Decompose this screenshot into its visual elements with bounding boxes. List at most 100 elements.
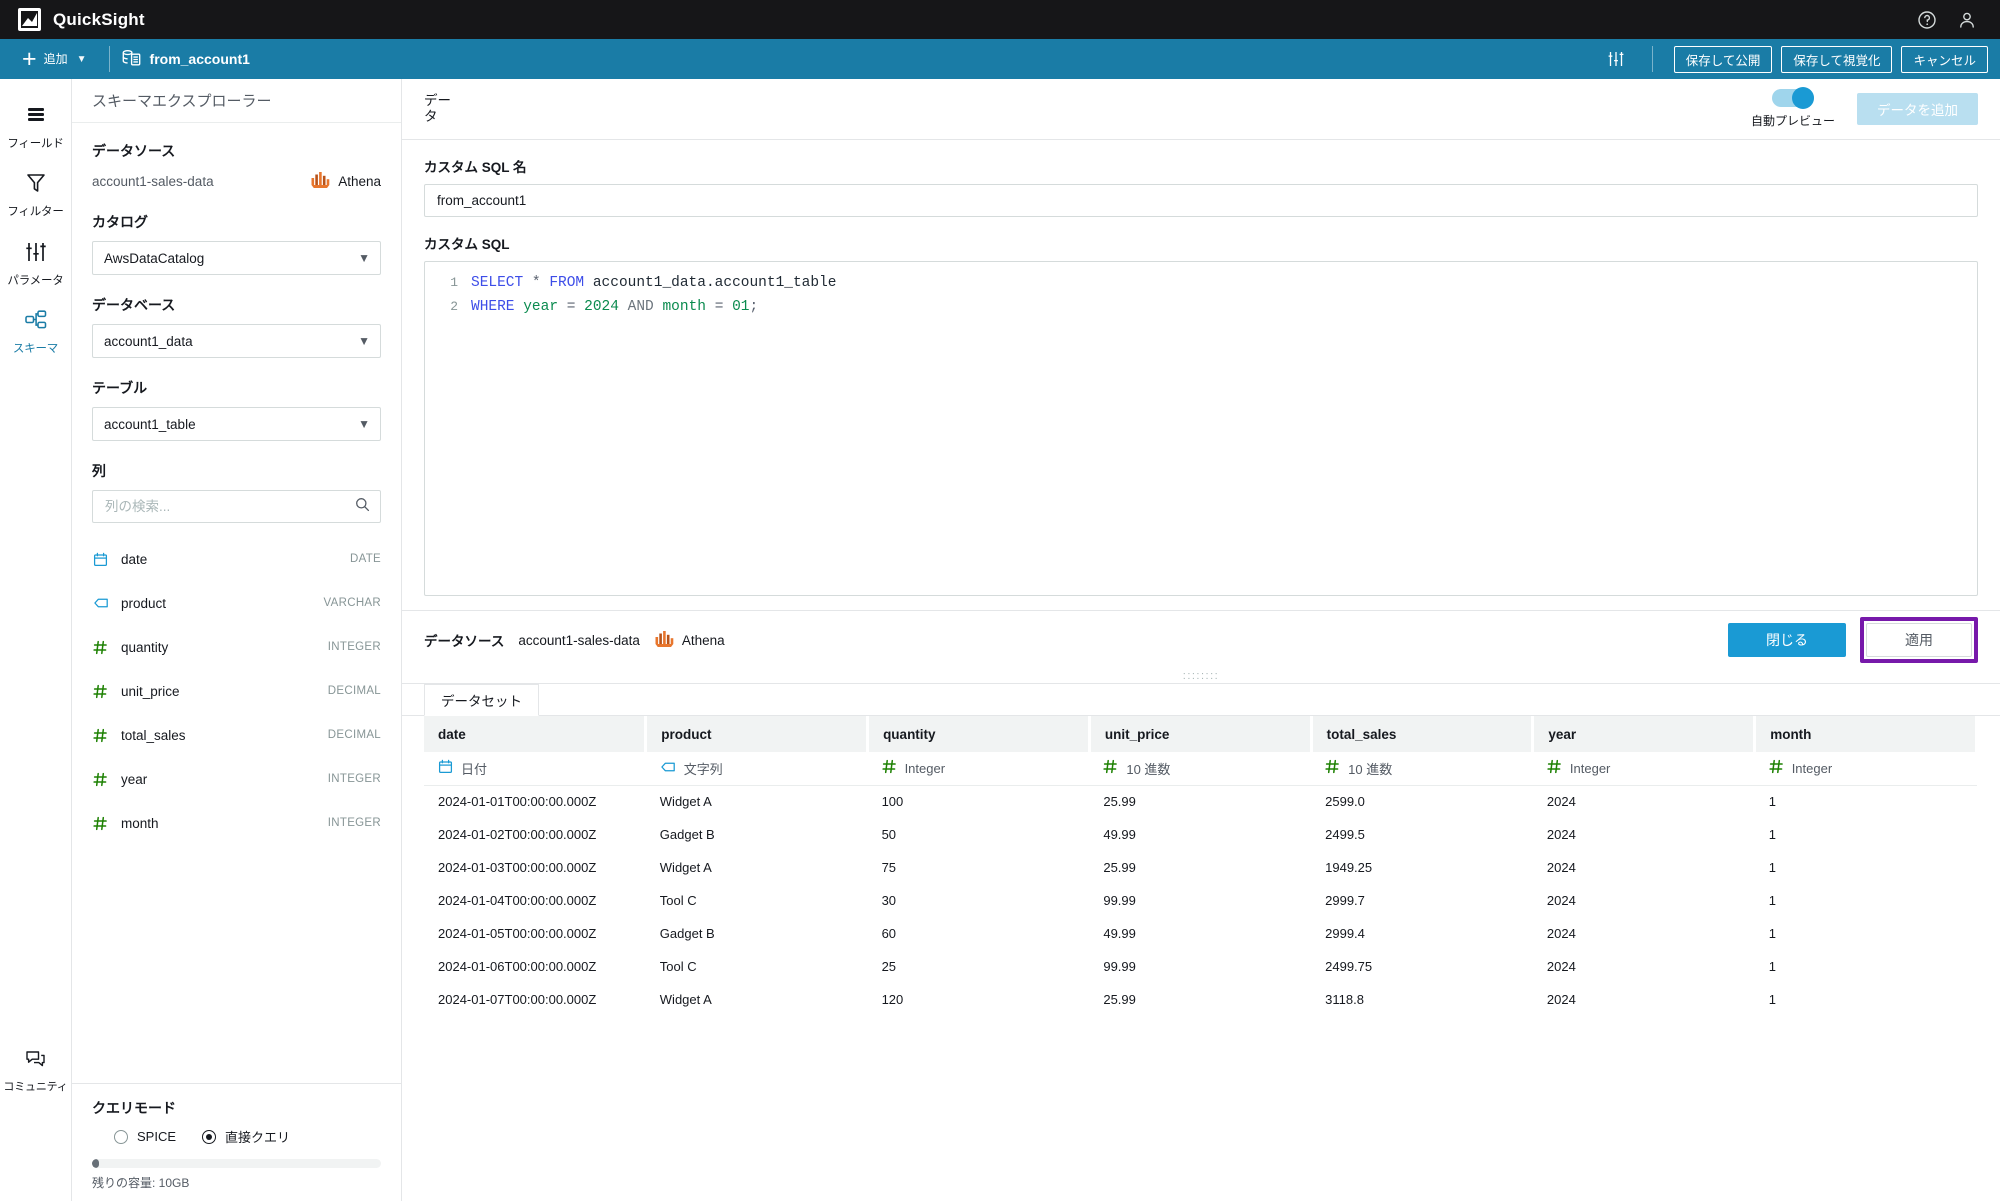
schema-column-type: INTEGER — [327, 641, 381, 653]
table-row[interactable]: 2024-01-03T00:00:00.000Z Widget A 75 25.99 1… — [424, 851, 1977, 884]
schema-explorer-title: スキーマエクスプローラー — [72, 79, 401, 123]
sql-line: 1 SELECT * FROM account1_data.account1_ta… — [425, 271, 1977, 295]
preview-table-wrap: date product quantity unit_price total_sales… — [402, 716, 2000, 1201]
table-type-cell[interactable]: Integer — [1754, 752, 1977, 786]
add-data-button[interactable]: データを追加 — [1857, 93, 1978, 125]
save-publish-button[interactable]: 保存して公開 — [1673, 45, 1773, 73]
table-type-cell[interactable]: Integer — [867, 752, 1090, 786]
sql-line-number: 2 — [450, 299, 458, 314]
table-row[interactable]: 2024-01-07T00:00:00.000Z Widget A 120 25.99… — [424, 983, 1977, 1016]
body: フィールド フィルター パラメータ スキーマ コミュニティ スキーマエクスプロー… — [0, 79, 2000, 1201]
athena-icon — [654, 629, 675, 651]
table-type-cell[interactable]: 10 進数 — [1311, 752, 1533, 786]
query-mode-spice[interactable]: SPICE — [114, 1129, 176, 1144]
table-column-header[interactable]: month — [1754, 716, 1978, 752]
engine-name: Athena — [338, 173, 381, 189]
sidebar-item-community[interactable]: コミュニティ — [0, 1040, 72, 1107]
chevron-down-icon: ▼ — [76, 53, 87, 65]
sidebar-item-filters[interactable]: フィルター — [0, 163, 72, 231]
chevron-down-icon: ▼ — [358, 334, 370, 348]
table-cell: Tool C — [659, 893, 697, 908]
sidebar-item-label: コミュニティ — [3, 1081, 68, 1094]
column-search-input[interactable] — [105, 499, 355, 514]
sql-name-input[interactable] — [424, 184, 1978, 217]
add-button[interactable]: + 追加 ▼ — [12, 42, 97, 76]
search-icon — [355, 497, 370, 517]
table-cell: 1 — [1768, 992, 1776, 1007]
table-row[interactable]: 2024-01-06T00:00:00.000Z Tool C 25 99.99 249… — [424, 950, 1977, 983]
table-column-header[interactable]: date — [424, 716, 648, 752]
table-row[interactable]: 2024-01-01T00:00:00.000Z Widget A 100 25.99… — [424, 785, 1977, 818]
schema-column-type: VARCHAR — [323, 597, 381, 609]
table-cell: 25.99 — [1103, 860, 1136, 875]
string-tag-icon — [660, 760, 676, 777]
sidebar-item-fields[interactable]: フィールド — [0, 97, 72, 163]
main-panel: データ 自動プレビュー データを追加 カスタム SQL 名 カスタム SQL 1… — [402, 79, 2000, 1201]
auto-preview-control[interactable]: 自動プレビュー — [1751, 87, 1835, 129]
schema-column-type: INTEGER — [327, 817, 381, 829]
table-column-header[interactable]: product — [645, 716, 870, 752]
table-type-cell[interactable]: 10 進数 — [1089, 752, 1312, 786]
dataset-chip[interactable]: from_account1 — [122, 49, 250, 70]
table-select[interactable]: account1_table ▼ — [92, 407, 381, 441]
table-cell: 1 — [1768, 926, 1776, 941]
table-column-header[interactable]: total_sales — [1311, 716, 1535, 752]
table-type-cell[interactable]: 日付 — [424, 752, 646, 786]
save-visualize-button[interactable]: 保存して視覚化 — [1781, 45, 1893, 73]
schema-column-name: total_sales — [121, 727, 186, 743]
schema-column-name: year — [121, 771, 148, 787]
schema-column-row[interactable]: quantity INTEGER — [92, 625, 381, 669]
schema-column-row[interactable]: month INTEGER — [92, 801, 381, 845]
table-cell: 99.99 — [1103, 959, 1136, 974]
user-account-icon[interactable] — [1952, 5, 1982, 35]
table-type-cell[interactable]: 文字列 — [645, 752, 868, 786]
main-header: データ 自動プレビュー データを追加 — [402, 79, 2000, 140]
table-row[interactable]: 2024-01-04T00:00:00.000Z Tool C 30 99.99 299… — [424, 884, 1977, 917]
number-hash-icon — [92, 684, 109, 699]
sql-editor[interactable]: 1 SELECT * FROM account1_data.account1_ta… — [424, 261, 1978, 596]
schema-column-type: DECIMAL — [327, 729, 381, 741]
auto-preview-toggle[interactable] — [1771, 87, 1814, 109]
schema-column-row[interactable]: date DATE — [92, 537, 381, 581]
apply-button[interactable]: 適用 — [1866, 623, 1972, 657]
table-cell: Gadget B — [659, 926, 715, 941]
column-search-box[interactable] — [92, 490, 381, 523]
database-select[interactable]: account1_data ▼ — [92, 324, 381, 358]
table-column-header[interactable]: quantity — [867, 716, 1091, 752]
drag-handle-icon: :::::::: — [1182, 669, 1220, 682]
catalog-value: AwsDataCatalog — [104, 250, 205, 266]
help-circle-icon[interactable] — [1912, 5, 1942, 35]
preview-table: date product quantity unit_price total_sales… — [424, 716, 1978, 1016]
table-row[interactable]: 2024-01-05T00:00:00.000Z Gadget B 60 49.99 2… — [424, 917, 1977, 950]
table-type-cell[interactable]: Integer — [1532, 752, 1755, 786]
schema-column-row[interactable]: total_sales DECIMAL — [92, 713, 381, 757]
action-bar: + 追加 ▼ from_account1 保存して公開 保存して視覚化 キャンセ… — [0, 39, 2000, 79]
table-cell: Widget A — [659, 992, 712, 1007]
table-cell: 1 — [1768, 893, 1776, 908]
radio-indicator-selected — [202, 1129, 217, 1144]
number-hash-icon — [1547, 759, 1562, 777]
number-hash-icon — [92, 772, 109, 787]
cancel-button[interactable]: キャンセル — [1901, 45, 1988, 73]
panel-resize-handle[interactable]: :::::::: — [402, 669, 2000, 683]
sliders-icon[interactable] — [1601, 44, 1631, 74]
table-column-header[interactable]: year — [1532, 716, 1757, 752]
parameters-icon — [24, 241, 48, 268]
sidebar-item-label: フィールド — [7, 138, 64, 150]
query-mode-direct[interactable]: 直接クエリ — [202, 1127, 290, 1146]
table-cell: 50 — [881, 827, 897, 842]
schema-column-row[interactable]: unit_price DECIMAL — [92, 669, 381, 713]
close-button[interactable]: 閉じる — [1728, 623, 1846, 657]
table-value: account1_table — [104, 416, 196, 432]
string-tag-icon — [92, 596, 109, 610]
tab-dataset[interactable]: データセット — [424, 684, 539, 716]
schema-column-row[interactable]: year INTEGER — [92, 757, 381, 801]
table-row[interactable]: 2024-01-02T00:00:00.000Z Gadget B 50 49.99 2… — [424, 818, 1977, 851]
catalog-select[interactable]: AwsDataCatalog ▼ — [92, 241, 381, 275]
table-cell: 2599.0 — [1325, 794, 1365, 810]
table-column-header[interactable]: unit_price — [1089, 716, 1313, 752]
sidebar-item-parameters[interactable]: パラメータ — [0, 232, 72, 300]
sidebar-item-schema[interactable]: スキーマ — [0, 300, 72, 368]
capacity-bar-fill — [92, 1159, 99, 1168]
schema-column-row[interactable]: product VARCHAR — [92, 581, 381, 625]
